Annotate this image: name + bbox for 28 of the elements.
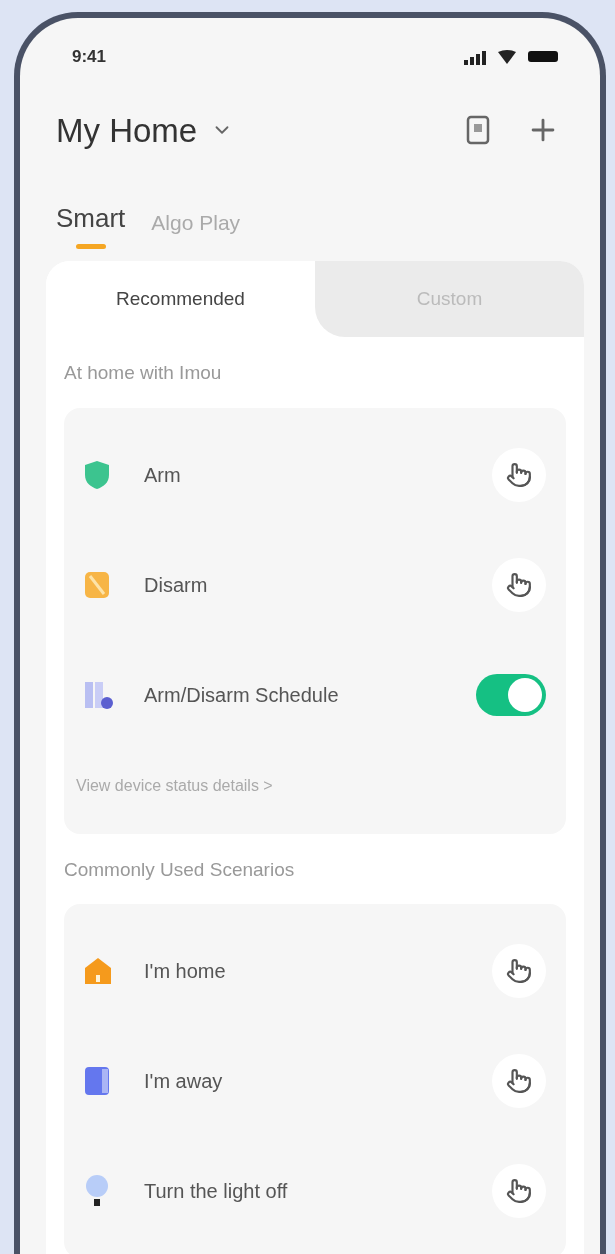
scene-label: Arm bbox=[144, 462, 182, 488]
section-title: Commonly Used Scenarios bbox=[64, 857, 296, 882]
scene-label: I'm home bbox=[144, 959, 227, 984]
scene-label: I'm away bbox=[144, 1069, 224, 1094]
pointer-icon bbox=[506, 461, 532, 488]
tab[interactable]: Smart bbox=[56, 199, 126, 249]
status-details-link[interactable]: View device status details > bbox=[76, 749, 554, 822]
signal-icon bbox=[464, 48, 486, 65]
pointer-icon bbox=[506, 1178, 532, 1204]
home-title: My Home bbox=[56, 110, 198, 151]
document-icon[interactable] bbox=[466, 115, 490, 146]
wifi-icon bbox=[498, 49, 516, 64]
tag-icon bbox=[84, 569, 110, 600]
tab[interactable]: Algo Play bbox=[151, 206, 241, 249]
status-time: 9:41 bbox=[72, 46, 107, 68]
scene-label: Arm/Disarm Schedule bbox=[144, 682, 340, 708]
toggle-switch[interactable] bbox=[476, 673, 546, 716]
house-icon bbox=[84, 957, 112, 985]
scene-label: Turn the light off bbox=[144, 1179, 289, 1204]
scene-label: Disarm bbox=[144, 572, 209, 598]
pointer-icon bbox=[506, 1068, 532, 1094]
door-icon bbox=[84, 1066, 110, 1096]
shield-icon bbox=[84, 459, 110, 490]
pointer-icon bbox=[506, 958, 532, 984]
battery-icon bbox=[528, 51, 558, 63]
light-bulb-icon bbox=[84, 1174, 110, 1208]
section-title: At home with Imou bbox=[64, 361, 223, 385]
pointer-icon bbox=[506, 571, 532, 598]
